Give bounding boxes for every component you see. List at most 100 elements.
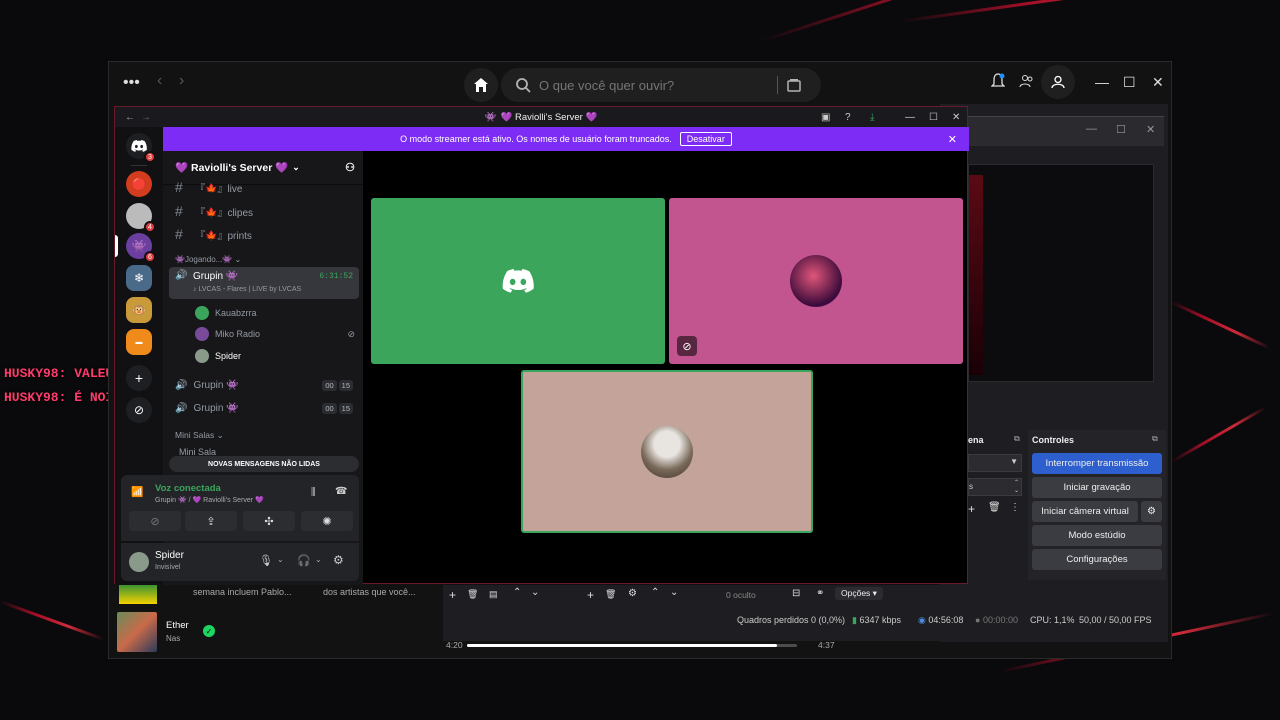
minimize-icon[interactable]: —: [1086, 123, 1097, 135]
server-icon[interactable]: ❄: [126, 265, 152, 291]
trash-icon[interactable]: 🗑: [467, 589, 478, 600]
maximize-icon[interactable]: ☐: [1116, 123, 1126, 136]
notifications-icon[interactable]: [991, 73, 1005, 89]
voice-user[interactable]: Spider: [195, 347, 241, 365]
mixer-icon[interactable]: ⊟: [792, 588, 800, 599]
noise-suppression-icon[interactable]: ⫼: [311, 487, 316, 498]
progress-track[interactable]: [467, 644, 797, 647]
microphone-icon[interactable]: 🎙: [259, 554, 273, 567]
screen-share-button[interactable]: ⇪: [185, 511, 237, 531]
more-icon[interactable]: ⋮: [1010, 502, 1020, 513]
unread-banner[interactable]: NOVAS MENSAGENS NÃO LIDAS: [169, 456, 359, 472]
add-server-button[interactable]: +: [126, 365, 152, 391]
channel-item[interactable]: # 『🍁』prints: [171, 224, 359, 244]
chevron-down-icon[interactable]: ⌄: [315, 555, 322, 564]
dock-float-icon[interactable]: ⧉: [1014, 434, 1020, 444]
settings-button[interactable]: Configurações: [1032, 549, 1162, 570]
virtual-camera-settings-button[interactable]: ⚙: [1141, 501, 1162, 522]
add-icon[interactable]: +: [968, 502, 975, 516]
back-icon[interactable]: ←: [125, 112, 135, 123]
trash-icon[interactable]: 🗑: [988, 502, 1001, 513]
gear-icon[interactable]: ⚙: [628, 588, 637, 599]
close-icon[interactable]: ✕: [1152, 74, 1164, 91]
search-bar[interactable]: [501, 68, 821, 102]
maximize-icon[interactable]: ☐: [929, 112, 938, 123]
gear-icon[interactable]: ⚙: [333, 553, 344, 567]
camera-button[interactable]: ⊘: [129, 511, 181, 531]
track-title[interactable]: Ether: [166, 620, 189, 631]
add-icon[interactable]: +: [449, 588, 456, 602]
voice-channel[interactable]: 🔊 Grupin 👾 00 15: [171, 375, 359, 395]
source-row[interactable]: s ⌃ ⌄: [968, 478, 1022, 496]
disable-streamer-button[interactable]: Desativar: [679, 132, 732, 146]
move-down-icon[interactable]: ⌄: [531, 587, 539, 598]
help-icon[interactable]: ?: [845, 112, 851, 123]
track-artist[interactable]: Nas: [166, 634, 180, 643]
disconnect-icon[interactable]: ☎: [335, 486, 347, 497]
dock-float-icon[interactable]: ⧉: [1152, 434, 1158, 444]
server-icon[interactable]: 4: [126, 203, 156, 233]
trash-icon[interactable]: 🗑: [605, 589, 616, 600]
search-input[interactable]: [539, 77, 769, 93]
friends-icon[interactable]: [1019, 73, 1035, 89]
add-icon[interactable]: +: [587, 588, 594, 602]
activities-button[interactable]: ✣: [243, 511, 295, 531]
video-tile[interactable]: [371, 198, 665, 364]
move-up-icon[interactable]: ⌃: [513, 587, 521, 598]
close-icon[interactable]: ✕: [952, 112, 960, 123]
inbox-icon[interactable]: ▣: [821, 112, 830, 123]
options-dropdown[interactable]: Opções ▾: [835, 587, 883, 600]
dm-button[interactable]: 3: [126, 133, 156, 163]
avatar: [641, 425, 693, 478]
server-icon[interactable]: 🐵: [126, 297, 152, 323]
avatar[interactable]: [129, 552, 149, 572]
back-icon[interactable]: ‹: [157, 72, 162, 90]
voice-user[interactable]: Miko Radio ⊘: [195, 325, 355, 343]
chevron-down-icon[interactable]: ⌄: [277, 555, 284, 564]
profile-button[interactable]: [1041, 65, 1075, 99]
server-icon[interactable]: 👾 6: [126, 233, 156, 263]
voice-channel-name: Grupin 👾: [193, 379, 239, 391]
discover-button[interactable]: ⊘: [126, 397, 152, 423]
voice-user[interactable]: Kauabzrra: [195, 304, 257, 322]
move-down-icon[interactable]: ⌄: [670, 587, 678, 598]
start-virtual-camera-button[interactable]: Iniciar câmera virtual: [1032, 501, 1138, 522]
start-recording-button[interactable]: Iniciar gravação: [1032, 477, 1162, 498]
voice-channel-active[interactable]: 🔊 Grupin 👾 6:31:52 ♪ LVCAS - Flares | LI…: [169, 267, 359, 299]
filters-icon[interactable]: ▤: [489, 589, 498, 600]
more-icon[interactable]: •••: [123, 74, 140, 92]
server-icon[interactable]: ▬: [126, 329, 152, 355]
soundboard-button[interactable]: ✺: [301, 511, 353, 531]
forward-icon[interactable]: →: [141, 112, 151, 123]
home-button[interactable]: [464, 68, 498, 102]
minimize-icon[interactable]: —: [1095, 74, 1109, 90]
server-icon[interactable]: 🔴: [126, 171, 152, 197]
stop-stream-button[interactable]: Interromper transmissão: [1032, 453, 1162, 474]
scene-select[interactable]: ▼: [968, 454, 1022, 472]
user-name[interactable]: Spider: [155, 550, 184, 561]
category-header[interactable]: 👾Jogando...👾 ⌄: [175, 255, 241, 264]
forward-icon[interactable]: ›: [179, 72, 184, 90]
headphones-icon[interactable]: 🎧: [297, 554, 311, 567]
maximize-icon[interactable]: ☐: [1123, 74, 1136, 91]
add-member-icon[interactable]: ⚇: [345, 161, 355, 174]
server-header[interactable]: 💜 Raviolli's Server 💜 ⌄ ⚇: [163, 151, 363, 185]
channel-item[interactable]: # 『🍁』clipes: [171, 201, 359, 221]
close-icon[interactable]: ✕: [948, 133, 957, 146]
saved-check-icon[interactable]: ✓: [203, 625, 215, 637]
category-header[interactable]: Mini Salas ⌄: [175, 430, 224, 441]
link-icon[interactable]: ⚭: [816, 588, 824, 599]
video-tile[interactable]: [521, 370, 813, 533]
download-icon[interactable]: ⤓: [870, 112, 874, 123]
voice-channel[interactable]: 🔊 Grupin 👾 00 15: [171, 398, 359, 418]
channel-item[interactable]: # 『🍁』live: [171, 181, 359, 193]
source-label: s: [969, 482, 973, 491]
studio-mode-button[interactable]: Modo estúdio: [1032, 525, 1162, 546]
close-icon[interactable]: ✕: [1146, 123, 1155, 136]
voice-status[interactable]: Voz conectada: [155, 483, 221, 494]
video-tile[interactable]: ⊘: [669, 198, 963, 364]
voice-location[interactable]: Grupin 👾 / 💜 Raviolli's Server 💜: [155, 496, 264, 504]
move-up-icon[interactable]: ⌃: [651, 587, 659, 598]
minimize-icon[interactable]: —: [905, 112, 915, 123]
voice-channel[interactable]: Mini Sala: [179, 447, 216, 455]
